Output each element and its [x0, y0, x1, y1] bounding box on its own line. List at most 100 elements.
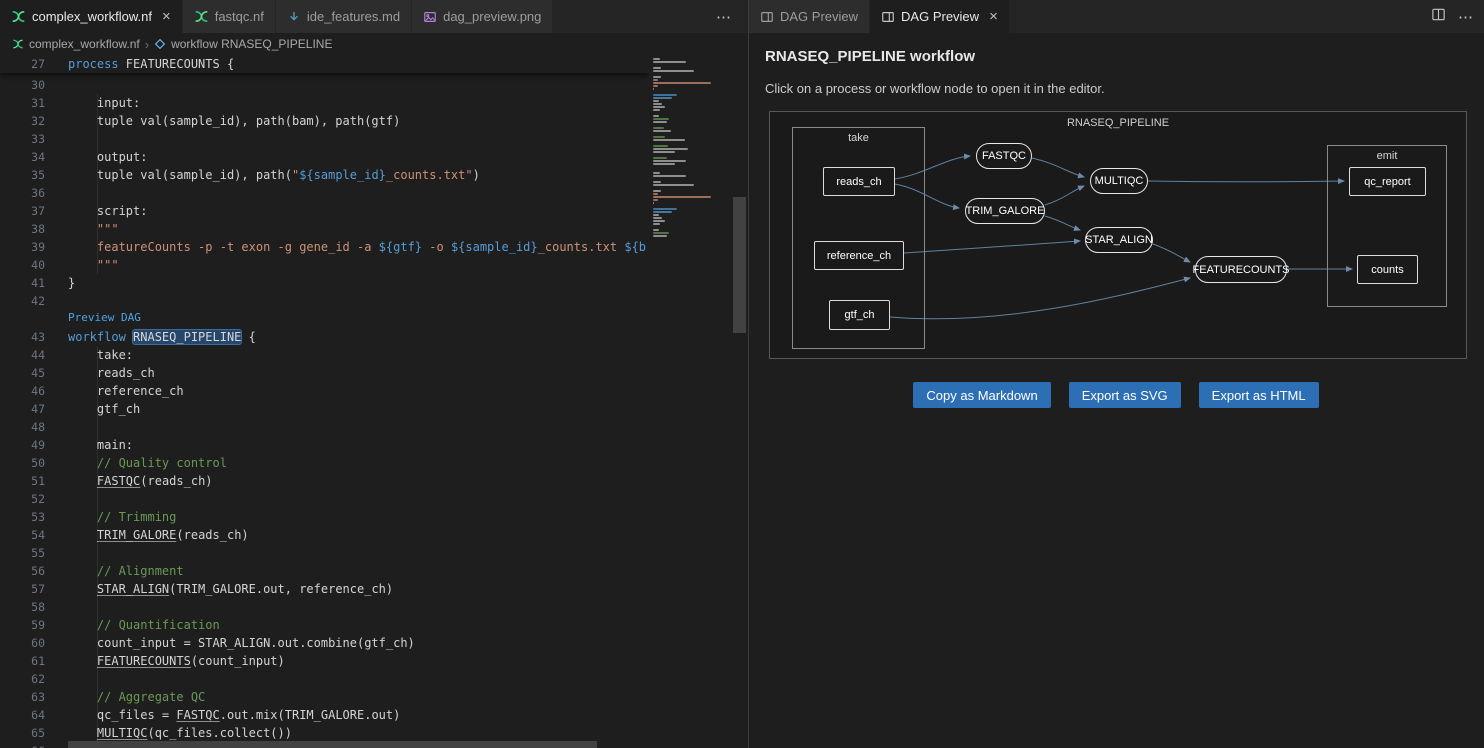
minimap-line: [653, 70, 694, 72]
close-icon[interactable]: ×: [162, 9, 171, 24]
editor-actions: ⋯: [1431, 0, 1474, 33]
code-line: 42: [0, 292, 649, 310]
minimap-line: [653, 190, 661, 192]
workflow-symbol-icon: [154, 38, 166, 50]
code-line: 30: [0, 76, 649, 94]
code-line: 43workflow RNASEQ_PIPELINE {: [0, 328, 649, 346]
breadcrumb[interactable]: complex_workflow.nf › workflow RNASEQ_PI…: [0, 33, 748, 55]
minimap-line: [653, 199, 658, 201]
tab-fastqc[interactable]: fastqc.nf: [183, 0, 276, 33]
codelens-row[interactable]: Preview DAG: [0, 310, 649, 328]
minimap-line: [653, 232, 669, 234]
minimap-line: [653, 208, 677, 210]
tab-overflow-button[interactable]: ⋯: [716, 0, 732, 33]
node-star-align[interactable]: STAR_ALIGN: [1085, 227, 1153, 253]
tab-bar-left: complex_workflow.nf × fastqc.nf ide_feat…: [0, 0, 748, 33]
preview-icon: [760, 10, 774, 24]
minimap-line: [653, 127, 664, 129]
minimap-line: [653, 214, 659, 216]
minimap-line: [653, 100, 659, 102]
copy-as-markdown-button[interactable]: Copy as Markdown: [913, 382, 1050, 408]
minimap-line: [653, 118, 669, 120]
minimap-line: [653, 184, 694, 186]
minimap-line: [653, 145, 668, 147]
minimap-line: [653, 223, 660, 225]
tab-label: fastqc.nf: [215, 9, 264, 24]
dag-preview-webview: RNASEQ_PIPELINE workflow Click on a proc…: [749, 33, 1484, 748]
minimap-line: [653, 130, 671, 132]
vertical-scrollbar[interactable]: [733, 197, 746, 333]
minimap-line: [653, 217, 662, 219]
horizontal-scrollbar[interactable]: [68, 741, 597, 748]
indent-guide: [97, 94, 98, 274]
tab-dag-preview-inactive[interactable]: DAG Preview: [749, 0, 870, 33]
tab-label: complex_workflow.nf: [32, 9, 152, 24]
tab-bar-right: DAG Preview DAG Preview × ⋯: [749, 0, 1484, 33]
node-fastqc[interactable]: FASTQC: [976, 143, 1032, 169]
breadcrumb-symbol[interactable]: workflow RNASEQ_PIPELINE: [171, 37, 332, 51]
minimap-line: [653, 106, 665, 108]
more-actions-icon[interactable]: ⋯: [1458, 8, 1474, 26]
node-featurecounts[interactable]: FEATURECOUNTS: [1195, 256, 1287, 283]
minimap-line: [653, 82, 711, 84]
minimap-line: [653, 58, 660, 60]
close-icon[interactable]: ×: [989, 9, 998, 24]
node-gtf-ch[interactable]: gtf_ch: [829, 300, 890, 330]
minimap-line: [653, 115, 659, 117]
minimap[interactable]: [649, 55, 729, 740]
dag-title: RNASEQ_PIPELINE workflow: [765, 48, 1468, 65]
editor-group-right: DAG Preview DAG Preview × ⋯ RNASEQ_PIPEL…: [748, 0, 1484, 748]
export-as-html-button[interactable]: Export as HTML: [1199, 382, 1319, 408]
minimap-line: [653, 79, 658, 81]
minimap-line: [653, 85, 658, 87]
minimap-line: [653, 157, 667, 159]
node-counts[interactable]: counts: [1357, 255, 1418, 284]
split-editor-icon[interactable]: [1431, 7, 1446, 27]
minimap-line: [653, 88, 654, 90]
minimap-line: [653, 76, 661, 78]
tab-label: ide_features.md: [307, 9, 400, 24]
sticky-scroll-line[interactable]: 27process FEATURECOUNTS {: [0, 55, 649, 73]
dag-diagram: RNASEQ_PIPELINE take emit: [769, 111, 1467, 359]
minimap-line: [653, 172, 660, 174]
node-qc-report[interactable]: qc_report: [1349, 167, 1426, 196]
nextflow-icon: [11, 9, 26, 24]
breadcrumb-file[interactable]: complex_workflow.nf: [29, 37, 140, 51]
code-line: 27process FEATURECOUNTS {: [0, 55, 649, 73]
preview-icon: [881, 10, 895, 24]
minimap-line: [653, 175, 686, 177]
minimap-line: [653, 193, 658, 195]
minimap-line: [653, 211, 672, 213]
minimap-line: [653, 151, 675, 153]
indent-guide: [97, 346, 98, 742]
tab-dag-preview-active[interactable]: DAG Preview ×: [870, 0, 1010, 33]
tab-ide-features[interactable]: ide_features.md: [276, 0, 412, 33]
tab-label: DAG Preview: [780, 9, 858, 24]
node-reads-ch[interactable]: reads_ch: [823, 167, 895, 196]
tab-dag-preview-png[interactable]: dag_preview.png: [412, 0, 553, 33]
nextflow-icon: [12, 38, 24, 50]
minimap-line: [653, 163, 675, 165]
minimap-line: [653, 220, 665, 222]
minimap-line: [653, 103, 662, 105]
minimap-line: [653, 202, 654, 204]
image-icon: [423, 10, 437, 24]
minimap-line: [653, 148, 688, 150]
code-line: 41}: [0, 274, 649, 292]
minimap-line: [653, 61, 686, 63]
code-editor[interactable]: 3031 input:32 tuple val(sample_id), path…: [0, 55, 748, 748]
minimap-line: [653, 160, 686, 162]
node-trim-galore[interactable]: TRIM_GALORE: [965, 198, 1045, 224]
minimap-line: [653, 109, 660, 111]
export-as-svg-button[interactable]: Export as SVG: [1069, 382, 1181, 408]
nextflow-icon: [194, 9, 209, 24]
node-multiqc[interactable]: MULTIQC: [1090, 168, 1148, 194]
node-reference-ch[interactable]: reference_ch: [814, 241, 904, 270]
minimap-line: [653, 181, 661, 183]
tab-label: DAG Preview: [901, 9, 979, 24]
tab-complex-workflow[interactable]: complex_workflow.nf ×: [0, 0, 183, 33]
editor-group-left: complex_workflow.nf × fastqc.nf ide_feat…: [0, 0, 748, 748]
minimap-line: [653, 229, 659, 231]
minimap-line: [653, 97, 672, 99]
tab-label: dag_preview.png: [443, 9, 541, 24]
